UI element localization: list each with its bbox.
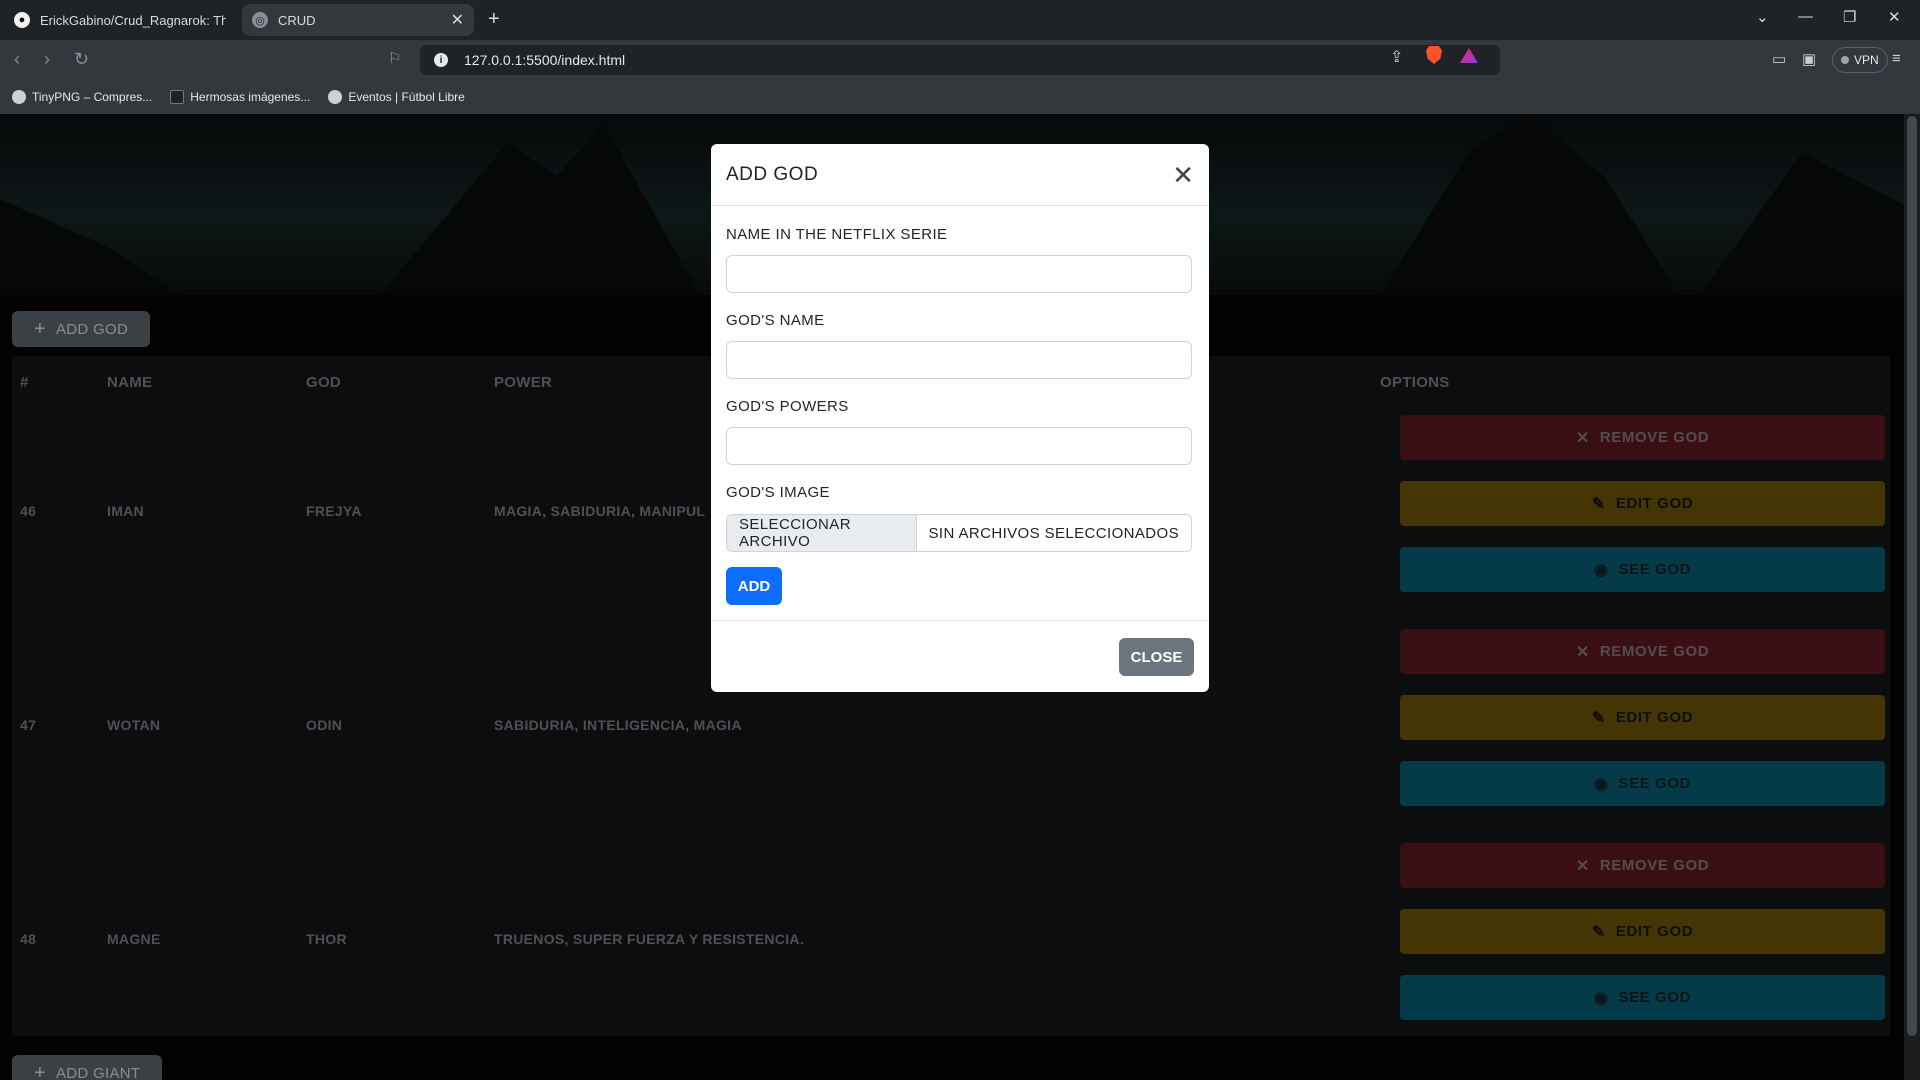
add-god-modal: ADD GOD ✕ NAME IN THE NETFLIX SERIE GOD'… (711, 144, 1209, 692)
tinypng-icon (12, 90, 26, 104)
restore-icon[interactable]: ❐ (1843, 8, 1856, 26)
vpn-button[interactable]: VPN (1832, 47, 1888, 73)
address-bar[interactable]: i 127.0.0.1:5500/index.html (420, 45, 1500, 75)
god-powers-input[interactable] (726, 427, 1192, 465)
vpn-status-icon (1841, 56, 1849, 64)
browser-tab-bar: ● ErickGabino/Crud_Ragnarok: This is ◎ C… (0, 0, 1920, 40)
browser-toolbar: ‹ › ↻ ⚐ i 127.0.0.1:5500/index.html ⇪ ▭ … (0, 40, 1920, 80)
menu-icon[interactable]: ≡ (1892, 50, 1901, 67)
sidebar-icon[interactable]: ▭ (1772, 50, 1786, 68)
vpn-label: VPN (1854, 53, 1879, 67)
close-window-icon[interactable]: ✕ (1888, 8, 1901, 26)
modal-header: ADD GOD ✕ (711, 144, 1209, 206)
forward-icon[interactable]: › (44, 49, 50, 70)
tab-crud[interactable]: ◎ CRUD ✕ (242, 4, 474, 36)
god-name-input[interactable] (726, 341, 1192, 379)
bookmark-tinypng[interactable]: TinyPNG – Compres... (12, 90, 152, 104)
file-status: SIN ARCHIVOS SELECCIONADOS (928, 524, 1179, 542)
new-tab-icon[interactable]: + (488, 8, 500, 31)
close-button[interactable]: CLOSE (1119, 638, 1194, 676)
god-name-label: GOD'S NAME (726, 312, 825, 329)
modal-title: ADD GOD (726, 163, 819, 185)
wallet-icon[interactable]: ▣ (1802, 50, 1816, 68)
bookmark-eventos[interactable]: Eventos | Fútbol Libre (328, 90, 465, 104)
bookmark-icon[interactable]: ⚐ (388, 49, 401, 67)
god-image-label: GOD'S IMAGE (726, 484, 830, 501)
netflix-name-input[interactable] (726, 255, 1192, 293)
url-text: 127.0.0.1:5500/index.html (464, 52, 626, 68)
bookmark-label: Eventos | Fútbol Libre (348, 90, 465, 104)
modal-footer: CLOSE (711, 620, 1209, 692)
bookmark-hermosas[interactable]: Hermosas imágenes... (170, 90, 310, 104)
tab-label: ErickGabino/Crud_Ragnarok: This is (40, 12, 226, 28)
bookmark-label: Hermosas imágenes... (190, 90, 311, 104)
image-site-icon (170, 90, 185, 104)
god-powers-label: GOD'S POWERS (726, 398, 849, 415)
god-image-file-input[interactable]: SELECCIONAR ARCHIVO SIN ARCHIVOS SELECCI… (726, 514, 1192, 552)
tab-list-icon[interactable]: ⌄ (1756, 8, 1769, 26)
back-icon[interactable]: ‹ (14, 49, 20, 70)
close-tab-icon[interactable]: ✕ (451, 10, 464, 30)
bookmark-label: TinyPNG – Compres... (32, 90, 153, 104)
tab-label: CRUD (278, 12, 316, 28)
soccer-ball-icon (328, 90, 343, 104)
globe-icon: ◎ (252, 12, 268, 28)
site-info-icon[interactable]: i (434, 53, 448, 67)
github-icon: ● (14, 12, 30, 28)
select-file-button[interactable]: SELECCIONAR ARCHIVO (727, 515, 917, 551)
page-scrollbar[interactable] (1904, 114, 1920, 1080)
reload-icon[interactable]: ↻ (74, 49, 89, 70)
netflix-name-label: NAME IN THE NETFLIX SERIE (726, 226, 948, 243)
tab-github[interactable]: ● ErickGabino/Crud_Ragnarok: This is (4, 4, 236, 36)
add-button[interactable]: ADD (726, 567, 782, 605)
scrollbar-thumb[interactable] (1907, 116, 1917, 1036)
minimize-icon[interactable]: — (1798, 8, 1813, 25)
page-viewport: + ADD GOD # NAME GOD POWER OPTIONS 46 IM… (0, 114, 1904, 1080)
share-icon[interactable]: ⇪ (1390, 47, 1403, 67)
bookmarks-bar: TinyPNG – Compres... Hermosas imágenes..… (0, 80, 1920, 114)
close-icon[interactable]: ✕ (1172, 162, 1194, 188)
